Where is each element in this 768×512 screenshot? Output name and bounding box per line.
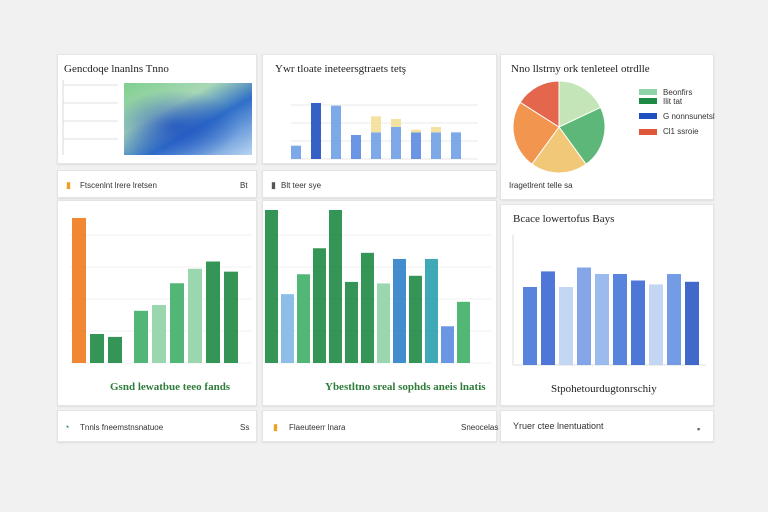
card-badge: Bt [240, 181, 248, 190]
legend-swatch [639, 129, 657, 135]
bar [311, 103, 321, 159]
bar [313, 248, 326, 363]
chart-icon: ▮ [273, 422, 278, 432]
mixed-bar-chart [265, 210, 491, 364]
bar [170, 283, 184, 363]
card-badge: Sneocelas [461, 423, 499, 432]
bar-stack [431, 127, 441, 133]
bar [152, 305, 166, 363]
bar [281, 294, 294, 363]
footer-card-left[interactable]: ◔ Tnnls fneemstnsnatuoe Ss [57, 410, 257, 442]
bar [559, 287, 573, 365]
bar [541, 271, 555, 365]
menu-icon[interactable]: ▪ [697, 425, 700, 434]
bar [441, 326, 454, 363]
bar [457, 301, 470, 363]
card-blue-bars[interactable]: Bcace lowertofus Bays Stpohetourdugtonrs… [500, 204, 714, 406]
footer-card-mid[interactable]: ▮ Flaeuteerr lnara Sneocelas [262, 410, 499, 442]
bar-stack [411, 129, 421, 133]
legend-label: Ilit tat [663, 97, 683, 106]
bar [411, 132, 421, 159]
chart-icon: ▮ [271, 180, 276, 190]
bar [595, 274, 609, 365]
card-mixed-bars[interactable]: Ybestltno sreal sophds aneis lnatis [262, 200, 497, 406]
bar [188, 268, 202, 363]
legend-swatch [639, 89, 657, 95]
legend-label: Beonfirs [663, 88, 693, 97]
bar [631, 280, 645, 365]
card-title: Ftscenlnt lrere lretsen [80, 181, 157, 190]
green-bar-chart [70, 218, 252, 364]
bar [206, 261, 220, 363]
bar [425, 258, 438, 363]
bar [351, 135, 361, 159]
legend-label: G nonnsunetsl [663, 112, 715, 121]
bar [391, 127, 401, 159]
bar [331, 105, 341, 159]
card-title: Blt teer sye [281, 181, 322, 190]
status-icon: ◔ [64, 422, 70, 432]
card-header-mid[interactable]: ▮ Blt teer sye [262, 170, 497, 198]
card-green-bars[interactable]: Gsnd lewatbue teeo fands [57, 200, 257, 406]
bar [265, 210, 278, 363]
bar [685, 281, 699, 365]
card-title: Tnnls fneemstnsnatuoe [80, 423, 164, 432]
card-footer: Stpohetourdugtonrschiy [551, 383, 657, 395]
bar [371, 132, 381, 159]
card-title: Yruer ctee lnentuationt [513, 421, 604, 431]
card-heatmap[interactable]: Gencdoqe lnanlns Tnno [57, 54, 257, 164]
bar [345, 281, 358, 363]
card-footer: Iragetlrent telle sa [509, 181, 573, 190]
legend-swatch [639, 98, 657, 104]
card-header-left[interactable]: ▮ Ftscenlnt lrere lretsen Bt [57, 170, 257, 198]
card-mini-bars[interactable]: Ywr tloate ineteersgtraets tetş [262, 54, 497, 164]
bar [451, 132, 461, 159]
heatmap-area [62, 80, 252, 155]
card-title: Gsnd lewatbue teeo fands [110, 381, 231, 393]
bar-stack [371, 116, 381, 133]
bar [361, 252, 374, 363]
bar-stack [391, 119, 401, 127]
legend-swatch [639, 113, 657, 119]
bar [613, 274, 627, 365]
bar [329, 210, 342, 363]
bar [523, 287, 537, 365]
bar [393, 258, 406, 363]
card-badge: Ss [240, 423, 250, 432]
blue-bar-chart [512, 235, 706, 366]
bar [431, 132, 441, 159]
card-title: Flaeuteerr lnara [289, 423, 346, 432]
bar [224, 271, 238, 363]
bar [649, 284, 663, 365]
legend-label: Cl1 ssroie [663, 127, 699, 136]
chart-icon: ▮ [66, 180, 71, 190]
bar [409, 275, 422, 363]
bar [134, 310, 148, 363]
bar [667, 274, 681, 365]
bar [291, 145, 301, 159]
bar [108, 336, 122, 363]
mini-bar-chart [291, 103, 478, 160]
card-pie[interactable]: Nno llstrny ork tenleteel otrdlle Beonfi… [500, 54, 715, 200]
bar [577, 267, 591, 365]
bar [90, 334, 104, 363]
bar [72, 218, 86, 363]
footer-card-right[interactable]: Yruer ctee lnentuationt ▪ [500, 410, 714, 442]
bar [377, 283, 390, 363]
bar [297, 274, 310, 363]
card-title: Ybestltno sreal sophds aneis lnatis [325, 381, 486, 393]
